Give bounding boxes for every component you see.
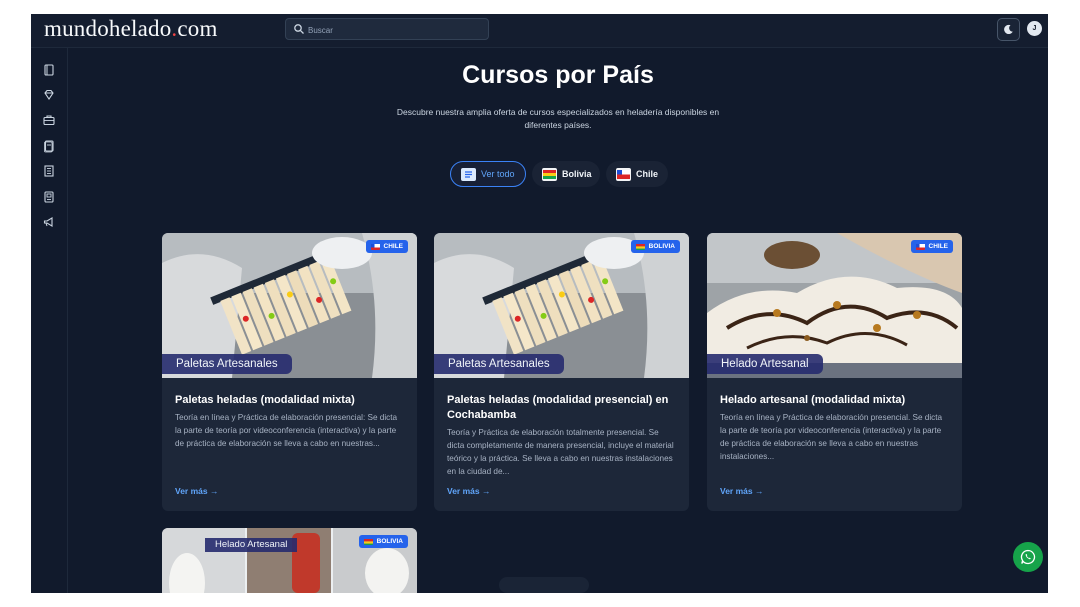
course-description: Teoría en línea y Práctica de elaboració…	[175, 413, 398, 448]
sidebar-item-gem[interactable]	[42, 88, 56, 102]
ver-mas-link[interactable]: Ver más →	[175, 486, 218, 496]
building-icon	[44, 165, 54, 177]
page-subtitle: Descubre nuestra amplia oferta de cursos…	[396, 107, 720, 130]
sidebar-item-book[interactable]	[42, 63, 56, 77]
search-icon	[294, 24, 304, 34]
course-title[interactable]: Paletas heladas (modalidad presencial) e…	[447, 393, 675, 423]
course-card[interactable]: Paletas Artesanales CHILE Paletas helada…	[162, 233, 417, 511]
theme-toggle-button[interactable]	[997, 18, 1020, 41]
sidebar-item-catalog[interactable]	[42, 190, 56, 204]
country-badge: CHILE	[365, 240, 408, 253]
floating-toolbar[interactable]	[499, 577, 589, 593]
megaphone-icon	[43, 217, 53, 227]
sidebar-item-briefcase[interactable]	[42, 113, 56, 127]
chile-flag-icon	[370, 243, 380, 250]
gem-icon	[44, 89, 54, 100]
page-title: Cursos por País	[462, 61, 654, 89]
country-badge: BOLIVIA	[358, 535, 408, 548]
list-icon	[461, 167, 476, 181]
ver-mas-link[interactable]: Ver más →	[447, 486, 490, 496]
top-bar: mundohelado.com J	[31, 14, 1048, 48]
filter-ver-todo-label: Ver todo	[481, 169, 515, 179]
course-title[interactable]: Helado artesanal (modalidad mixta)	[720, 393, 948, 408]
main-content: Cursos por País Descubre nuestra amplia …	[68, 48, 1048, 593]
sidebar-item-megaphone[interactable]	[42, 215, 56, 229]
book-icon	[44, 64, 54, 76]
bolivia-flag-icon	[635, 243, 645, 250]
catalog-icon	[44, 191, 54, 203]
moon-icon	[1004, 24, 1013, 35]
briefcase-icon	[43, 115, 55, 126]
course-title[interactable]: Paletas heladas (modalidad mixta)	[175, 393, 403, 408]
filter-ver-todo[interactable]: Ver todo	[450, 161, 526, 187]
filter-chile[interactable]: Chile	[606, 161, 668, 187]
country-badge: BOLIVIA	[630, 240, 680, 253]
category-label: Helado Artesanal	[707, 354, 823, 374]
search-box[interactable]	[285, 18, 489, 40]
filter-chile-label: Chile	[636, 169, 659, 179]
country-badge: CHILE	[910, 240, 953, 253]
filter-bolivia[interactable]: Bolivia	[532, 161, 600, 187]
sidebar-item-building[interactable]	[42, 164, 56, 178]
category-label: Paletas Artesanales	[434, 354, 564, 374]
site-logo[interactable]: mundohelado.com	[44, 16, 218, 42]
ver-mas-link[interactable]: Ver más →	[720, 486, 763, 496]
course-card[interactable]: Helado Artesanal CHILE Helado artesanal …	[707, 233, 962, 511]
course-card[interactable]: Paletas Artesanales BOLIVIA Paletas hela…	[434, 233, 689, 511]
category-label: Helado Artesanal	[205, 538, 298, 552]
user-avatar[interactable]: J	[1027, 21, 1042, 36]
whatsapp-button[interactable]	[1013, 542, 1043, 572]
sidebar-item-document[interactable]	[42, 139, 56, 153]
app-window: mundohelado.com J	[31, 14, 1048, 593]
search-input[interactable]	[306, 21, 485, 39]
bolivia-flag-icon	[363, 538, 373, 545]
course-description: Teoría y Práctica de elaboración totalme…	[447, 428, 674, 476]
sidebar	[31, 48, 68, 593]
course-card[interactable]: Helado Artesanal BOLIVIA	[162, 528, 417, 593]
course-description: Teoría en línea y Práctica de elaboració…	[720, 413, 943, 461]
bolivia-flag-icon	[542, 167, 557, 181]
category-label: Paletas Artesanales	[162, 354, 292, 374]
whatsapp-icon	[1020, 549, 1036, 565]
chile-flag-icon	[616, 167, 631, 181]
document-icon	[44, 140, 54, 153]
filter-bolivia-label: Bolivia	[562, 169, 592, 179]
chile-flag-icon	[915, 243, 925, 250]
